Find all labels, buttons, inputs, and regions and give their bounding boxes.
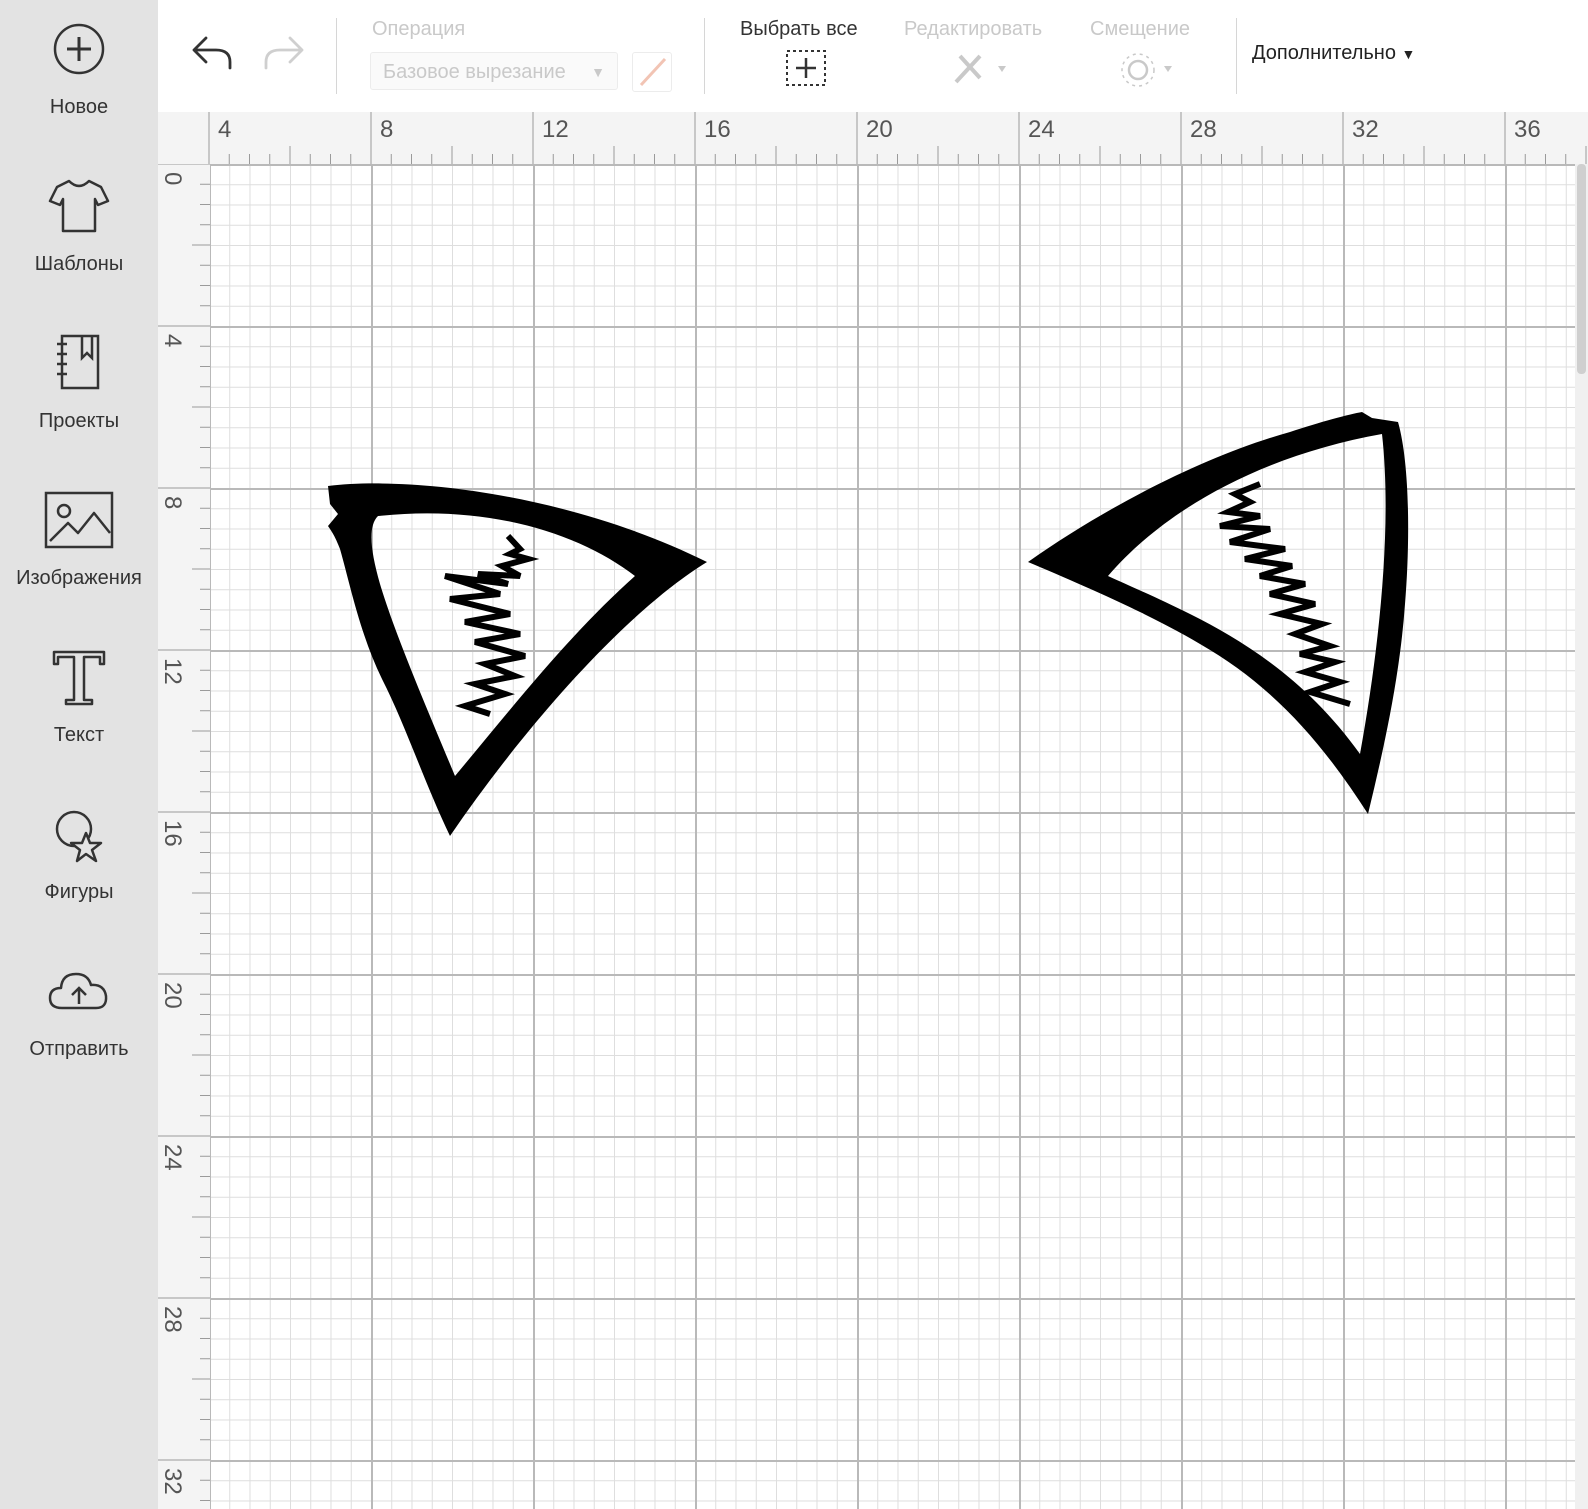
ruler-label: 20 xyxy=(866,116,893,143)
chevron-down-icon: ▼ xyxy=(591,64,605,80)
ruler-label: 8 xyxy=(380,116,394,143)
notebook-icon xyxy=(42,326,116,400)
ruler-label: 28 xyxy=(159,1306,186,1333)
ruler-label: 4 xyxy=(218,116,232,143)
ruler-label: 16 xyxy=(704,116,731,143)
right-ear-shape[interactable] xyxy=(1028,412,1409,814)
shapes-icon xyxy=(42,797,116,871)
sidebar-item-templates[interactable]: Шаблоны xyxy=(0,157,158,307)
ruler-label: 28 xyxy=(1190,116,1217,143)
top-toolbar: Операция Базовое вырезание ▼ Выбрать все… xyxy=(158,0,1588,113)
operation-select[interactable]: Базовое вырезание ▼ xyxy=(370,52,618,90)
toolbar-divider xyxy=(336,18,337,94)
sidebar-item-shapes[interactable]: Фигуры xyxy=(0,785,158,935)
sidebar-item-label: Шаблоны xyxy=(34,253,124,275)
caret-down-icon: ▼ xyxy=(1401,46,1416,62)
undo-icon[interactable] xyxy=(190,32,236,72)
ruler-label: 24 xyxy=(159,1144,186,1171)
ruler-label: 32 xyxy=(1352,116,1379,143)
vertical-ruler: 0 4 8 12 16 20 24 28 32 xyxy=(158,164,211,1509)
scrollbar-thumb[interactable] xyxy=(1577,164,1586,374)
tshirt-icon xyxy=(42,169,116,243)
ruler-label: 32 xyxy=(159,1468,186,1495)
more-label: Дополнительно xyxy=(1252,42,1396,64)
operation-value: Базовое вырезание xyxy=(383,61,566,83)
sidebar-item-label: Фигуры xyxy=(44,881,114,903)
ruler-label: 12 xyxy=(542,116,569,143)
edit-tools-icon[interactable] xyxy=(950,48,1010,88)
pen-color-swatch[interactable] xyxy=(632,52,672,92)
redo-icon[interactable] xyxy=(260,32,306,72)
text-t-icon xyxy=(42,640,116,714)
operation-title: Операция xyxy=(372,18,466,40)
offset-title: Смещение xyxy=(1090,18,1191,40)
horizontal-ruler: 4 8 12 16 20 24 28 32 36 xyxy=(158,112,1588,165)
sidebar-item-text[interactable]: Текст xyxy=(0,628,158,778)
ruler-label: 36 xyxy=(1514,116,1541,143)
ruler-label: 0 xyxy=(159,172,186,186)
canvas-artwork xyxy=(328,412,1409,836)
select-all-icon[interactable] xyxy=(784,48,828,88)
ruler-label: 12 xyxy=(159,658,186,685)
sidebar-item-label: Новое xyxy=(49,96,109,118)
toolbar-divider xyxy=(1236,18,1237,94)
sidebar-item-upload[interactable]: Отправить xyxy=(0,942,158,1092)
toolbar-divider xyxy=(704,18,705,94)
image-icon xyxy=(42,483,116,557)
left-ear-shape[interactable] xyxy=(328,483,707,836)
vertical-scrollbar[interactable] xyxy=(1575,164,1588,1509)
cloud-upload-icon xyxy=(42,954,116,1028)
plus-circle-icon xyxy=(42,12,116,86)
sidebar-item-projects[interactable]: Проекты xyxy=(0,314,158,464)
sidebar-item-new[interactable]: Новое xyxy=(0,0,158,150)
edit-title: Редактировать xyxy=(904,18,1043,40)
ruler-label: 16 xyxy=(159,820,186,847)
offset-icon[interactable] xyxy=(1114,48,1178,88)
ruler-label: 24 xyxy=(1028,116,1055,143)
select-all-title: Выбрать все xyxy=(740,18,858,40)
ruler-label: 4 xyxy=(159,334,186,348)
sidebar-item-label: Текст xyxy=(53,724,105,746)
left-sidebar: Новое Шаблоны Проекты Изображения Текст … xyxy=(0,0,158,1509)
sidebar-item-label: Отправить xyxy=(29,1038,129,1060)
more-menu-button[interactable]: Дополнительно ▼ xyxy=(1252,42,1415,65)
ruler-label: 8 xyxy=(159,496,186,510)
sidebar-item-label: Изображения xyxy=(16,567,142,589)
sidebar-item-images[interactable]: Изображения xyxy=(0,471,158,621)
design-canvas[interactable] xyxy=(210,164,1588,1509)
sidebar-item-label: Проекты xyxy=(38,410,120,432)
ruler-label: 20 xyxy=(159,982,186,1009)
